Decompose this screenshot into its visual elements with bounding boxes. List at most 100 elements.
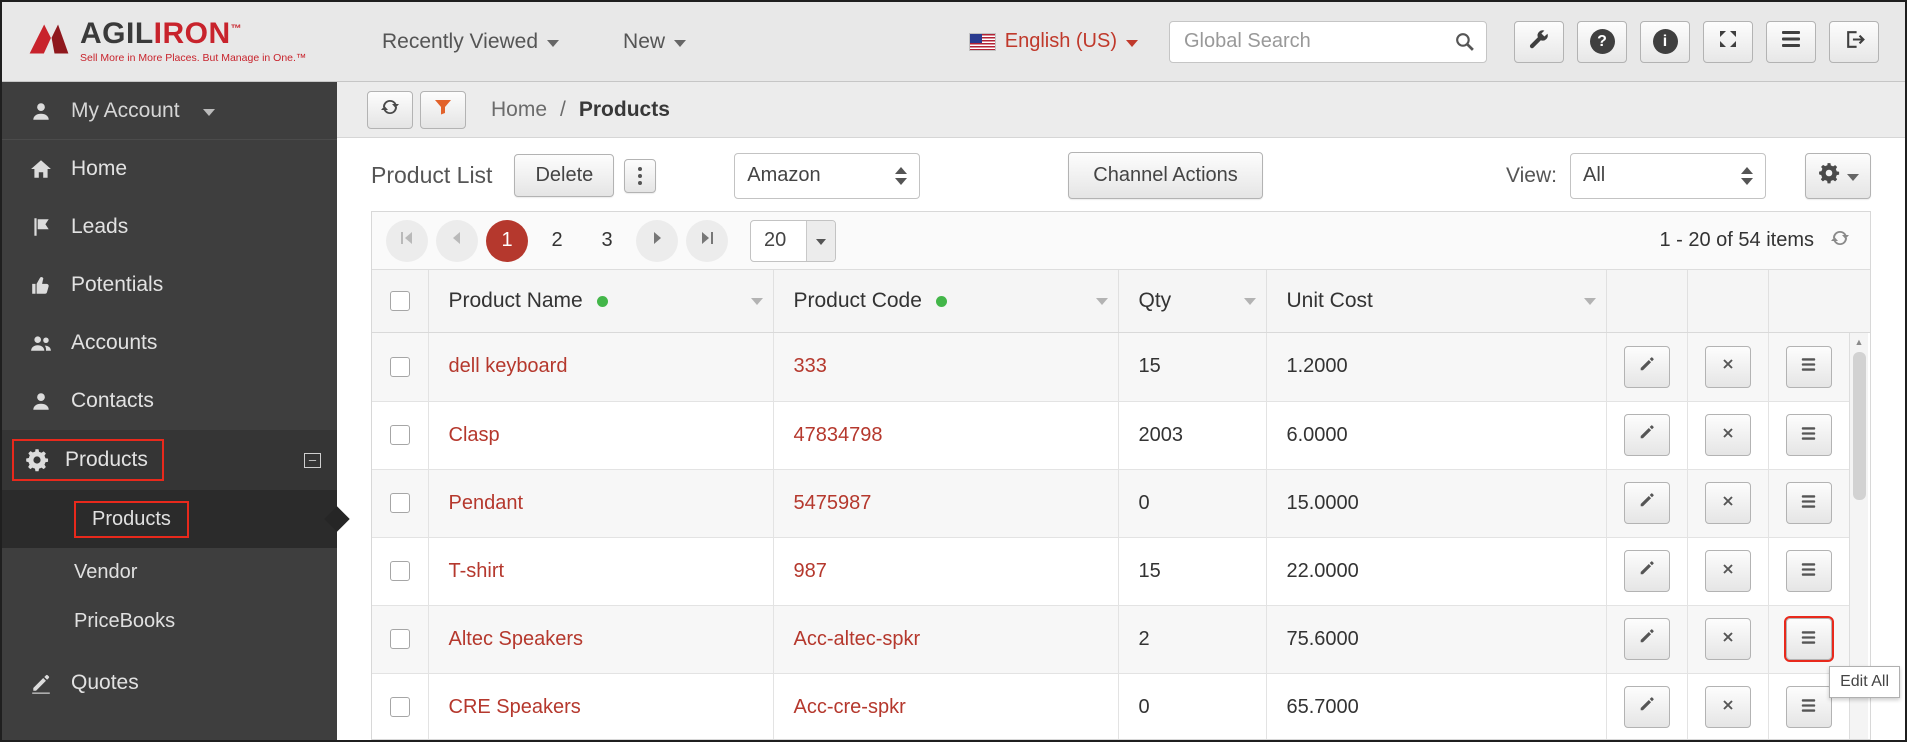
product-name-link[interactable]: T-shirt bbox=[428, 537, 774, 606]
more-actions-button[interactable] bbox=[624, 158, 657, 193]
product-name-link[interactable]: dell keyboard bbox=[428, 333, 774, 402]
row-checkbox[interactable] bbox=[389, 356, 410, 377]
logo-text-secondary: IRON bbox=[153, 17, 231, 50]
sidebar-item-leads[interactable]: Leads bbox=[2, 198, 337, 256]
edit-button[interactable] bbox=[1623, 414, 1670, 456]
logout-button[interactable] bbox=[1829, 20, 1879, 63]
sidebar-subitem-vendor[interactable]: Vendor bbox=[2, 548, 337, 597]
last-page-button[interactable] bbox=[686, 219, 728, 262]
select-all-checkbox[interactable] bbox=[389, 291, 410, 312]
sidebar-item-accounts[interactable]: Accounts bbox=[2, 314, 337, 372]
row-menu-button[interactable] bbox=[1785, 482, 1832, 524]
table-row: Altec Speakers Acc-altec-spkr 2 75.6000 bbox=[372, 605, 1849, 674]
delete-row-button[interactable] bbox=[1704, 618, 1751, 660]
qty-cell: 0 bbox=[1118, 469, 1267, 538]
delete-row-button[interactable] bbox=[1704, 414, 1751, 456]
row-menu-button[interactable] bbox=[1785, 414, 1832, 456]
pencil-icon bbox=[1638, 423, 1656, 447]
product-code-link[interactable]: 987 bbox=[773, 537, 1119, 606]
delete-row-button[interactable] bbox=[1704, 345, 1751, 388]
search-icon[interactable] bbox=[1454, 31, 1475, 57]
edit-button[interactable] bbox=[1623, 618, 1670, 660]
filter-button[interactable] bbox=[420, 90, 466, 129]
page-number-2[interactable]: 2 bbox=[536, 220, 578, 262]
tools-button[interactable] bbox=[1514, 20, 1564, 63]
sidebar-item-potentials[interactable]: Potentials bbox=[2, 256, 337, 314]
product-name-link[interactable]: CRE Speakers bbox=[428, 673, 774, 739]
global-search-input[interactable] bbox=[1169, 20, 1487, 63]
refresh-button[interactable] bbox=[367, 90, 413, 129]
next-page-button[interactable] bbox=[636, 219, 678, 262]
new-menu[interactable]: New bbox=[623, 30, 687, 54]
sidebar-subitem-pricebooks[interactable]: PriceBooks bbox=[2, 597, 337, 646]
edit-button[interactable] bbox=[1623, 550, 1670, 592]
row-menu-button[interactable] bbox=[1785, 686, 1832, 728]
delete-row-button[interactable] bbox=[1704, 686, 1751, 728]
sidebar-my-account[interactable]: My Account bbox=[2, 82, 337, 140]
product-code-link[interactable]: Acc-cre-spkr bbox=[773, 673, 1119, 739]
app-logo[interactable]: AGILIRON™ Sell More in More Places. But … bbox=[28, 19, 328, 64]
product-code-link[interactable]: 333 bbox=[773, 333, 1119, 402]
row-checkbox[interactable] bbox=[389, 561, 410, 582]
breadcrumb-current: Products bbox=[578, 97, 670, 121]
sidebar-item-quotes[interactable]: Quotes bbox=[2, 654, 337, 712]
pencil-icon bbox=[1638, 627, 1656, 651]
row-checkbox[interactable] bbox=[389, 629, 410, 650]
prev-page-button[interactable] bbox=[436, 219, 478, 262]
refresh-icon[interactable] bbox=[1830, 228, 1850, 254]
page-number-1[interactable]: 1 bbox=[486, 219, 528, 262]
home-icon bbox=[28, 158, 54, 180]
channel-select[interactable]: Amazon bbox=[734, 152, 921, 199]
apps-menu-button[interactable] bbox=[1766, 20, 1816, 63]
row-checkbox[interactable] bbox=[389, 425, 410, 446]
language-menu[interactable]: English (US) bbox=[968, 30, 1138, 53]
view-select[interactable]: All bbox=[1570, 152, 1766, 199]
column-header-product-name: Product Name bbox=[448, 289, 583, 312]
page-number-3[interactable]: 3 bbox=[586, 220, 628, 262]
row-checkbox[interactable] bbox=[389, 697, 410, 718]
sidebar-item-contacts[interactable]: Contacts bbox=[2, 372, 337, 430]
updown-arrows-icon bbox=[1741, 166, 1753, 185]
header-right-cluster: English (US) ? i bbox=[968, 20, 1879, 63]
sidebar-subitem-products[interactable]: Products bbox=[2, 490, 350, 548]
table-row: Clasp 47834798 2003 6.0000 bbox=[372, 401, 1849, 470]
edit-button[interactable] bbox=[1623, 345, 1670, 388]
product-code-link[interactable]: Acc-altec-spkr bbox=[773, 605, 1119, 674]
pagination-bar: 1 2 3 20 1 - 20 of 54 items bbox=[372, 212, 1870, 270]
breadcrumb-home[interactable]: Home bbox=[491, 98, 547, 122]
fullscreen-button[interactable] bbox=[1703, 20, 1753, 63]
recently-viewed-menu[interactable]: Recently Viewed bbox=[382, 30, 560, 54]
column-menu-icon[interactable] bbox=[1583, 297, 1596, 305]
grid-settings-button[interactable] bbox=[1805, 152, 1871, 199]
column-menu-icon[interactable] bbox=[750, 297, 763, 305]
product-code-link[interactable]: 5475987 bbox=[773, 469, 1119, 538]
sidebar-item-products[interactable]: Products – bbox=[2, 430, 337, 490]
product-name-link[interactable]: Pendant bbox=[428, 469, 774, 538]
delete-row-button[interactable] bbox=[1704, 482, 1751, 524]
last-page-icon bbox=[699, 230, 715, 251]
delete-button[interactable]: Delete bbox=[514, 154, 615, 197]
column-menu-icon[interactable] bbox=[1095, 297, 1108, 305]
collapse-icon[interactable]: – bbox=[304, 452, 321, 468]
column-menu-icon[interactable] bbox=[1243, 297, 1256, 305]
first-page-button[interactable] bbox=[386, 219, 428, 262]
scrollbar-thumb[interactable] bbox=[1852, 352, 1866, 500]
row-menu-button[interactable] bbox=[1785, 345, 1832, 388]
row-menu-button-highlighted[interactable] bbox=[1783, 616, 1834, 662]
info-button[interactable]: i bbox=[1640, 20, 1690, 63]
edit-button[interactable] bbox=[1623, 482, 1670, 524]
row-checkbox[interactable] bbox=[389, 493, 410, 514]
sidebar-item-home[interactable]: Home bbox=[2, 140, 337, 198]
product-name-link[interactable]: Altec Speakers bbox=[428, 605, 774, 674]
scroll-up-icon[interactable]: ▲ bbox=[1855, 333, 1864, 347]
edit-button[interactable] bbox=[1623, 686, 1670, 728]
delete-row-button[interactable] bbox=[1704, 550, 1751, 592]
unit-cost-cell: 65.7000 bbox=[1266, 673, 1607, 739]
product-code-link[interactable]: 47834798 bbox=[773, 401, 1119, 470]
first-page-icon bbox=[399, 230, 415, 251]
page-size-select[interactable]: 20 bbox=[750, 219, 836, 262]
help-button[interactable]: ? bbox=[1577, 20, 1627, 63]
channel-actions-button[interactable]: Channel Actions bbox=[1068, 152, 1263, 199]
row-menu-button[interactable] bbox=[1785, 550, 1832, 592]
product-name-link[interactable]: Clasp bbox=[428, 401, 774, 470]
